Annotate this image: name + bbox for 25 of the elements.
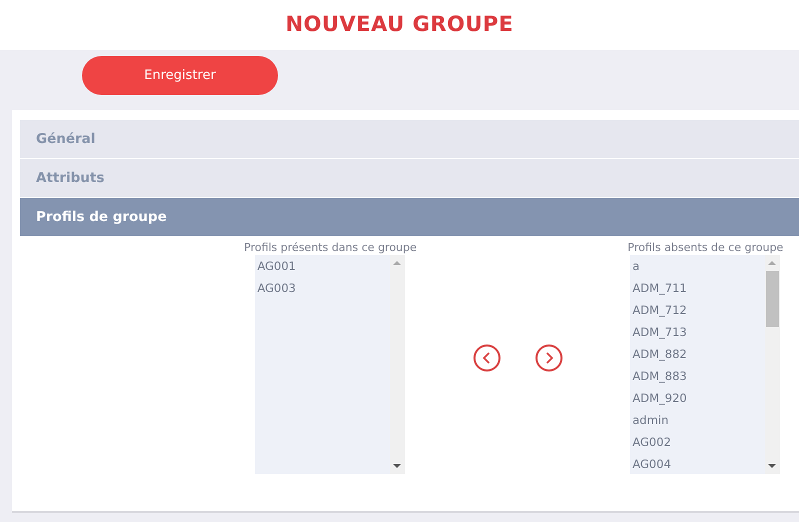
list-item[interactable]: admin: [630, 410, 766, 432]
list-item[interactable]: ADM_713: [630, 322, 766, 344]
move-right-button[interactable]: [534, 344, 563, 372]
list-item[interactable]: AG001: [255, 256, 390, 278]
accordion-header[interactable]: Profils de groupe: [20, 198, 799, 236]
list-label: Profils présents dans ce groupe: [244, 241, 417, 255]
list-item[interactable]: AG003: [255, 278, 390, 300]
scrollbar[interactable]: [765, 255, 780, 474]
save-button[interactable]: Enregistrer: [82, 56, 278, 95]
move-left-button[interactable]: [472, 344, 501, 372]
list-item[interactable]: AG004: [630, 454, 766, 476]
list-box[interactable]: AG001 AG003: [255, 255, 406, 474]
list-box[interactable]: a ADM_711 ADM_712 ADM_713 ADM_882 ADM_883 ADM_920 admin AG002 AG004: [630, 255, 780, 474]
list-item[interactable]: ADM_711: [630, 278, 766, 300]
list-item[interactable]: ADM_712: [630, 300, 766, 322]
list-item[interactable]: ADM_882: [630, 344, 766, 366]
list-item[interactable]: a: [630, 256, 766, 278]
list-item[interactable]: ADM_920: [630, 388, 766, 410]
list-label: Profils absents de ce groupe: [628, 241, 784, 255]
list-item[interactable]: AG002: [630, 432, 766, 454]
list-item[interactable]: ADM_883: [630, 366, 766, 388]
accordion-header[interactable]: Général: [20, 120, 799, 158]
page-title: NOUVEAU GROUPE: [285, 12, 514, 38]
accordion-header[interactable]: Attributs: [20, 159, 799, 197]
scrollbar[interactable]: [390, 255, 406, 474]
